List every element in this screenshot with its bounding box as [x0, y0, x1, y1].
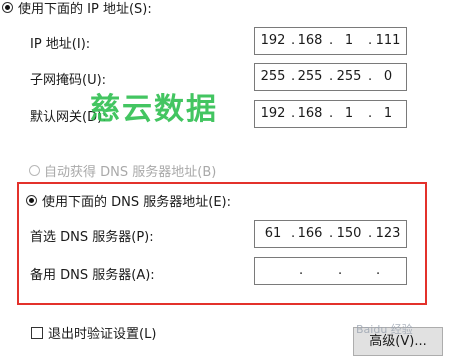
dot-separator: .	[368, 69, 373, 84]
mask-octet-3: 255	[336, 69, 362, 84]
dns1-octet-2: 166	[297, 226, 323, 241]
gateway-octet-1: 192	[260, 106, 286, 121]
gateway-octet-2: 168	[297, 106, 323, 121]
dot-separator: .	[329, 106, 334, 121]
auto-dns-label: 自动获得 DNS 服务器地址(B)	[44, 165, 217, 180]
dot-separator: .	[376, 263, 381, 278]
dot-separator: .	[368, 226, 373, 241]
dns1-octet-4: 123	[375, 226, 401, 241]
gateway-octet-3: 1	[344, 106, 354, 121]
baidu-watermark: Baidu 经验	[356, 323, 413, 336]
validate-on-exit-label: 退出时验证设置(L)	[48, 327, 157, 342]
preferred-dns-field[interactable]: 61 . 166 . 150 . 123	[254, 220, 407, 248]
dns1-octet-3: 150	[336, 226, 362, 241]
mask-octet-1: 255	[260, 69, 286, 84]
preferred-dns-label: 首选 DNS 服务器(P):	[30, 230, 154, 245]
mask-octet-4: 0	[383, 69, 393, 84]
alternate-dns-field[interactable]: . . .	[254, 257, 407, 285]
dns1-octet-1: 61	[264, 226, 282, 241]
dot-separator: .	[368, 33, 373, 48]
ip-octet-3: 1	[344, 33, 354, 48]
ip-octet-2: 168	[297, 33, 323, 48]
dot-separator: .	[338, 263, 343, 278]
mask-octet-2: 255	[297, 69, 323, 84]
ip-address-field[interactable]: 192 . 168 . 1 . 111	[254, 27, 407, 55]
validate-on-exit-checkbox[interactable]	[31, 327, 43, 339]
gateway-octet-4: 1	[383, 106, 393, 121]
alternate-dns-label: 备用 DNS 服务器(A):	[30, 268, 155, 283]
watermark-text: 慈云数据	[90, 92, 218, 127]
dot-separator: .	[299, 263, 304, 278]
dot-separator: .	[329, 33, 334, 48]
auto-dns-radio[interactable]	[29, 165, 40, 176]
default-gateway-field[interactable]: 192 . 168 . 1 . 1	[254, 100, 407, 128]
use-following-dns-radio[interactable]	[26, 195, 37, 206]
use-following-ip-radio[interactable]	[2, 2, 13, 13]
subnet-mask-field[interactable]: 255 . 255 . 255 . 0	[254, 63, 407, 91]
dot-separator: .	[368, 106, 373, 121]
dot-separator: .	[329, 226, 334, 241]
dot-separator: .	[329, 69, 334, 84]
ip-octet-1: 192	[260, 33, 286, 48]
use-following-dns-label: 使用下面的 DNS 服务器地址(E):	[42, 195, 231, 210]
ip-octet-4: 111	[375, 33, 401, 48]
ip-address-label: IP 地址(I):	[30, 37, 91, 52]
use-following-ip-label: 使用下面的 IP 地址(S):	[18, 2, 152, 17]
